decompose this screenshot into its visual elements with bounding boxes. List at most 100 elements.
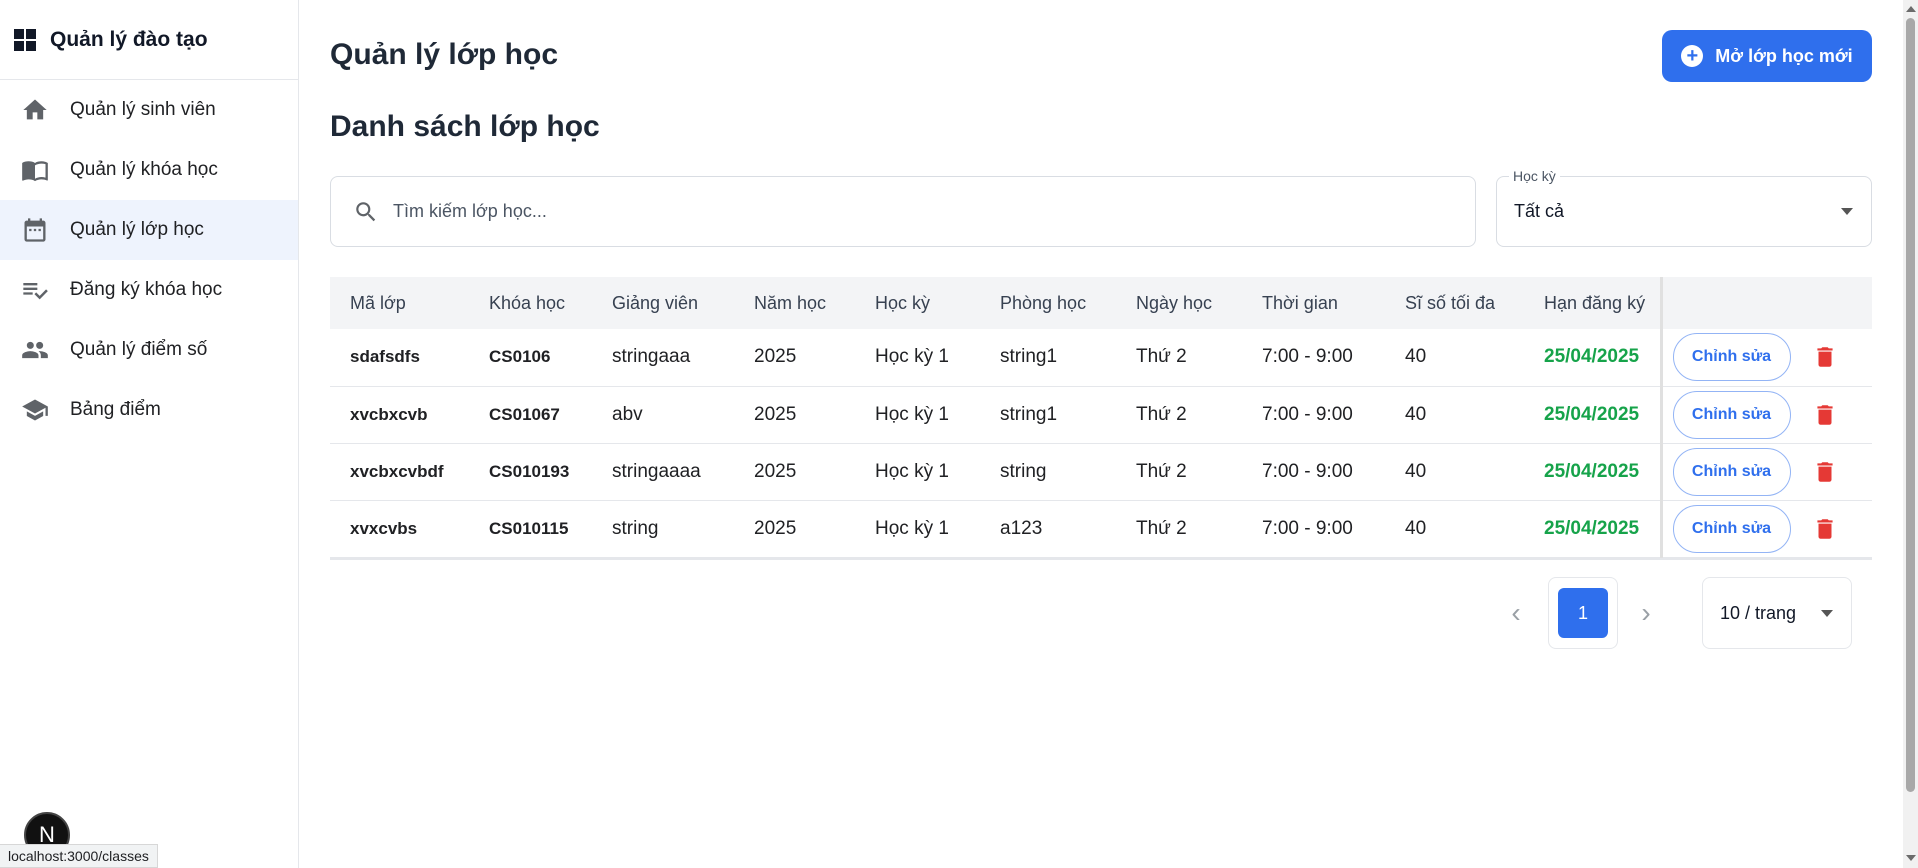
cell-code: xvcbxcvb: [350, 404, 428, 424]
cell-year: 2025: [754, 517, 797, 539]
chevron-left-icon[interactable]: ‹: [1502, 597, 1530, 628]
new-class-button-label: Mở lớp học mới: [1715, 45, 1853, 66]
delete-icon[interactable]: [1812, 344, 1838, 370]
column-header-actions: [1659, 277, 1872, 329]
table-row: xvcbxcvb CS01067 abv 2025 Học kỳ 1 strin…: [330, 386, 1872, 443]
new-class-button[interactable]: + Mở lớp học mới: [1662, 30, 1872, 82]
sidebar-item-grades[interactable]: Quản lý điểm số: [0, 320, 298, 380]
brand-title: Quản lý đào tạo: [50, 27, 208, 51]
cell-room: string1: [1000, 403, 1058, 425]
sidebar: Quản lý đào tạo Quản lý sinh viên Quản l…: [0, 0, 299, 868]
home-icon: [20, 95, 50, 125]
delete-icon[interactable]: [1812, 402, 1838, 428]
page-size-select[interactable]: 10 / trang: [1702, 577, 1852, 649]
dashboard-icon: [14, 28, 36, 51]
sidebar-item-courses[interactable]: Quản lý khóa học: [0, 140, 298, 200]
add-circle-icon: +: [1681, 45, 1704, 67]
cell-day: Thứ 2: [1136, 346, 1187, 368]
sidebar-item-label: Quản lý điểm số: [70, 339, 208, 360]
checklist-icon: [20, 275, 50, 305]
column-header[interactable]: Mã lớp: [330, 277, 469, 329]
cell-semester: Học kỳ 1: [875, 346, 949, 368]
pagination: ‹ 1 › 10 / trang: [330, 577, 1872, 649]
sidebar-item-label: Bảng điểm: [70, 399, 161, 420]
classes-table: Mã lớp Khóa học Giảng viên Năm học Học k…: [330, 277, 1872, 560]
edit-button[interactable]: Chỉnh sửa: [1672, 504, 1791, 553]
sidebar-item-students[interactable]: Quản lý sinh viên: [0, 80, 298, 140]
cell-max: 40: [1405, 460, 1427, 482]
cell-day: Thứ 2: [1136, 517, 1187, 539]
cell-course: CS01067: [489, 404, 560, 424]
column-header[interactable]: Ngày học: [1116, 277, 1242, 329]
column-header[interactable]: Năm học: [734, 277, 855, 329]
semester-select-label: Học kỳ: [1509, 168, 1560, 184]
table-header-row: Mã lớp Khóa học Giảng viên Năm học Học k…: [330, 277, 1872, 329]
cell-year: 2025: [754, 403, 797, 425]
cell-actions: Chỉnh sửa: [1659, 443, 1872, 500]
edit-button[interactable]: Chỉnh sửa: [1672, 333, 1791, 382]
column-header[interactable]: Phòng học: [980, 277, 1116, 329]
sidebar-item-label: Quản lý sinh viên: [70, 99, 216, 120]
status-url: localhost:3000/classes: [0, 844, 158, 868]
cell-time: 7:00 - 9:00: [1262, 517, 1353, 539]
people-icon: [20, 335, 50, 365]
search-icon: [356, 201, 376, 221]
column-header[interactable]: Hạn đăng ký: [1524, 277, 1661, 329]
cell-semester: Học kỳ 1: [875, 517, 949, 539]
cell-code: xvcbxcvbdf: [350, 461, 444, 481]
page-scrollbar[interactable]: [1903, 0, 1918, 868]
column-header[interactable]: Sĩ số tối đa: [1385, 277, 1524, 329]
cell-course: CS010193: [489, 461, 570, 481]
cell-deadline: 25/04/2025: [1544, 517, 1640, 539]
scroll-thumb[interactable]: [1906, 18, 1915, 792]
sidebar-item-label: Quản lý khóa học: [70, 159, 218, 180]
delete-icon[interactable]: [1812, 459, 1838, 485]
cell-day: Thứ 2: [1136, 403, 1187, 425]
caret-down-icon: [1821, 610, 1833, 617]
cell-course: CS0106: [489, 347, 551, 367]
delete-icon[interactable]: [1812, 516, 1838, 542]
brand[interactable]: Quản lý đào tạo: [0, 0, 298, 80]
column-header[interactable]: Khóa học: [469, 277, 592, 329]
caret-down-icon: [1841, 208, 1853, 215]
book-icon: [20, 155, 50, 185]
edit-button[interactable]: Chỉnh sửa: [1672, 390, 1791, 439]
cell-max: 40: [1405, 517, 1427, 539]
cell-code: xvxcvbs: [350, 518, 418, 538]
column-header[interactable]: Giảng viên: [592, 277, 734, 329]
page-size-value: 10 / trang: [1720, 602, 1797, 623]
cell-semester: Học kỳ 1: [875, 403, 949, 425]
cell-deadline: 25/04/2025: [1544, 346, 1640, 368]
column-header[interactable]: Thời gian: [1242, 277, 1385, 329]
cell-semester: Học kỳ 1: [875, 460, 949, 482]
cell-code: sdafsdfs: [350, 347, 420, 367]
table-row: sdafsdfs CS0106 stringaaa 2025 Học kỳ 1 …: [330, 329, 1872, 386]
sidebar-item-transcript[interactable]: Bảng điểm: [0, 380, 298, 440]
cell-actions: Chỉnh sửa: [1659, 386, 1872, 443]
scroll-up-arrow-icon[interactable]: [1906, 6, 1916, 12]
sidebar-item-classes[interactable]: Quản lý lớp học: [0, 200, 298, 260]
cell-lecturer: abv: [612, 403, 643, 425]
section-title: Danh sách lớp học: [330, 110, 600, 143]
page-title: Quản lý lớp học: [330, 38, 559, 71]
table-row: xvcbxcvbdf CS010193 stringaaaa 2025 Học …: [330, 443, 1872, 500]
search-input[interactable]: [393, 201, 1393, 222]
search-box[interactable]: [330, 176, 1476, 247]
cell-actions: Chỉnh sửa: [1659, 500, 1872, 557]
semester-select[interactable]: Học kỳ Tất cả: [1496, 168, 1872, 247]
cell-year: 2025: [754, 346, 797, 368]
scroll-down-arrow-icon[interactable]: [1906, 855, 1916, 861]
cell-max: 40: [1405, 346, 1427, 368]
cell-deadline: 25/04/2025: [1544, 460, 1640, 482]
cell-lecturer: stringaaaa: [612, 460, 701, 482]
edit-button[interactable]: Chỉnh sửa: [1672, 447, 1791, 496]
sidebar-item-registration[interactable]: Đăng ký khóa học: [0, 260, 298, 320]
semester-select-value: Tất cả: [1514, 201, 1565, 221]
cell-year: 2025: [754, 460, 797, 482]
cell-course: CS010115: [489, 518, 569, 538]
cell-room: a123: [1000, 517, 1043, 539]
chevron-right-icon[interactable]: ›: [1632, 597, 1660, 628]
column-header[interactable]: Học kỳ: [855, 277, 980, 329]
page-button[interactable]: 1: [1548, 577, 1618, 649]
sidebar-item-label: Đăng ký khóa học: [70, 279, 223, 300]
